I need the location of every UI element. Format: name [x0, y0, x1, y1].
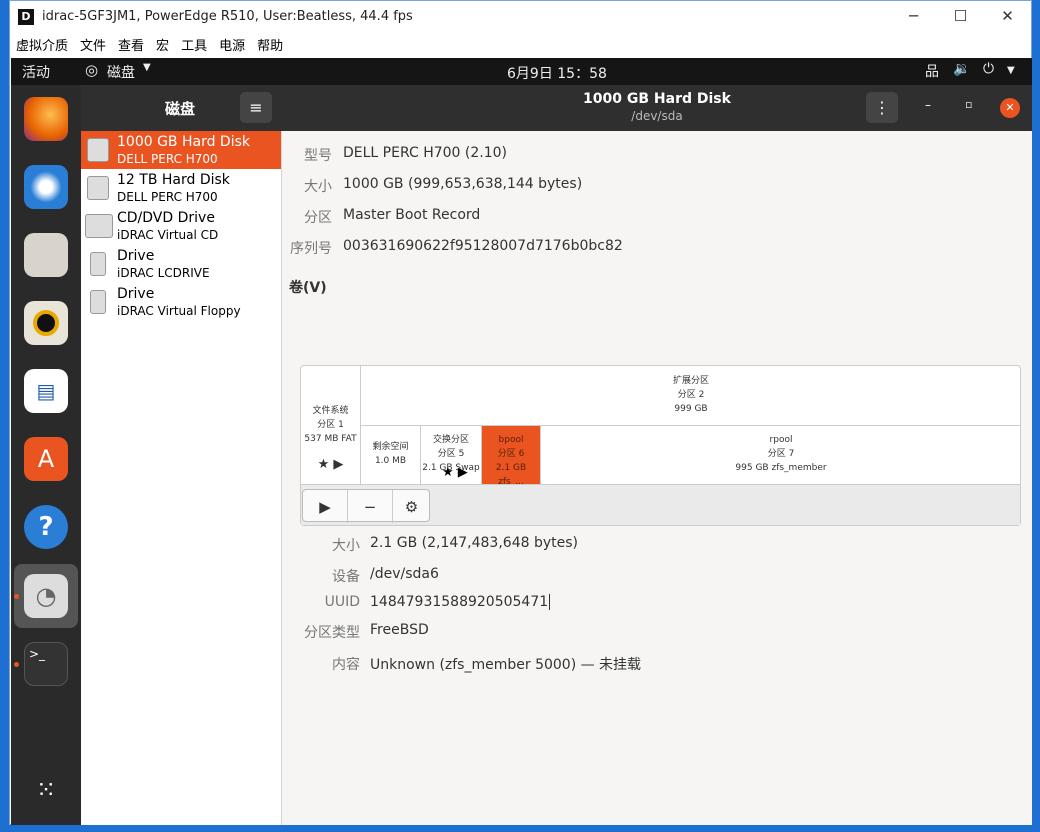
- close-button[interactable]: ✕: [984, 1, 1031, 32]
- maximize-icon[interactable]: ▫: [965, 98, 972, 111]
- disk-item-floppy[interactable]: Drive iDRAC Virtual Floppy: [81, 283, 281, 321]
- disk-item-lcdrive[interactable]: Drive iDRAC LCDRIVE: [81, 245, 281, 283]
- model-label: 型号: [304, 148, 332, 164]
- disk-title: 1000 GB Hard Disk: [583, 91, 731, 107]
- menu-virtual-media[interactable]: 虚拟介质: [10, 35, 74, 54]
- minimize-button[interactable]: ─: [890, 1, 937, 32]
- menu-power[interactable]: 电源: [213, 35, 251, 54]
- part-size-value: 2.1 GB (2,147,483,648 bytes): [370, 535, 578, 551]
- partition-type-value: FreeBSD: [370, 622, 429, 638]
- menu-help[interactable]: 帮助: [251, 35, 289, 54]
- sidebar-title: 磁盘: [165, 100, 196, 118]
- maximize-button[interactable]: ☐: [937, 1, 984, 32]
- partition-type-label: 分区类型: [304, 625, 360, 641]
- usb-drive-icon: [90, 290, 106, 314]
- sidebar-header: 磁盘 ≡: [81, 85, 282, 131]
- software-center-icon[interactable]: A: [24, 437, 68, 481]
- app-menu[interactable]: 磁盘: [107, 62, 135, 82]
- extended-partition[interactable]: 扩展分区 分区 2 999 GB: [361, 366, 1021, 426]
- app-icon: D: [18, 8, 34, 25]
- menu-tools[interactable]: 工具: [175, 35, 213, 54]
- system-menu-chevron-icon[interactable]: ▼: [1007, 65, 1015, 76]
- top-bar: 活动 ◎ 磁盘 ▼ 6月9日 15：58 品 🔉 ⏻ ▼: [11, 58, 1032, 85]
- usb-drive-icon: [90, 252, 106, 276]
- power-icon[interactable]: ⏻: [983, 61, 994, 77]
- window-titlebar: D idrac-5GF3JM1, PowerEdge R510, User:Be…: [10, 1, 1031, 32]
- menu-file[interactable]: 文件: [74, 35, 112, 54]
- disk-item-cd[interactable]: CD/DVD Drive iDRAC Virtual CD: [81, 207, 281, 245]
- swap-status-icons: ★ ▶: [442, 465, 468, 480]
- rhythmbox-icon[interactable]: [24, 301, 68, 345]
- minimize-icon[interactable]: –: [925, 98, 931, 112]
- menu-view[interactable]: 查看: [112, 35, 150, 54]
- free-space[interactable]: 剩余空间 1.0 MB: [361, 426, 421, 484]
- hamburger-menu-icon[interactable]: ≡: [240, 92, 272, 123]
- volume-toolbar: ▶ − ⚙: [301, 484, 1020, 525]
- optical-drive-icon: [85, 214, 113, 238]
- gear-icon[interactable]: ⚙: [393, 490, 430, 523]
- volumes-title: 卷(V): [289, 280, 327, 296]
- disk-item-12tb[interactable]: 12 TB Hard Disk DELL PERC H700: [81, 169, 281, 207]
- writer-icon[interactable]: ▤: [24, 369, 68, 413]
- running-indicator: [14, 594, 19, 599]
- terminal-icon[interactable]: >_: [24, 642, 68, 686]
- chevron-down-icon: ▼: [143, 62, 151, 73]
- device-label: 设备: [332, 569, 360, 585]
- serial-value: 003631690622f95128007d7176b0bc82: [343, 238, 623, 254]
- main-header: 1000 GB Hard Disk /dev/sda ⋮ – ▫ ✕: [282, 85, 1032, 131]
- disks-icon[interactable]: ◔: [24, 574, 68, 618]
- menu-macro[interactable]: 宏: [150, 35, 175, 54]
- uuid-label: UUID: [324, 594, 360, 610]
- model-value: DELL PERC H700 (2.10): [343, 145, 508, 161]
- partitioning-value: Master Boot Record: [343, 207, 481, 223]
- disk-subtitle: /dev/sda: [631, 109, 683, 123]
- disk-sidebar: 磁盘 ≡ 1000 GB Hard Disk DELL PERC H700 12…: [81, 85, 282, 825]
- window-title: idrac-5GF3JM1, PowerEdge R510, User:Beat…: [42, 9, 413, 24]
- partition-7[interactable]: rpool 分区 7 995 GB zfs_member: [541, 426, 1021, 484]
- close-icon[interactable]: ✕: [1000, 98, 1020, 118]
- play-icon[interactable]: ▶: [303, 490, 348, 523]
- size-label: 大小: [304, 179, 332, 195]
- activities-button[interactable]: 活动: [22, 62, 50, 82]
- serial-label: 序列号: [290, 241, 332, 257]
- mounted-star-icon: ★ ▶: [317, 457, 344, 472]
- thunderbird-icon[interactable]: [24, 165, 68, 209]
- device-value: /dev/sda6: [370, 566, 439, 582]
- volume-map: 文件系统 分区 1 537 MB FAT ★ ▶ 扩展分区 分区 2 999 GB 剩余…: [300, 365, 1021, 526]
- help-icon[interactable]: ?: [24, 505, 68, 549]
- main-content: 型号 DELL PERC H700 (2.10) 大小 1000 GB (999…: [282, 131, 1032, 825]
- uuid-value[interactable]: 14847931588920505471: [370, 594, 551, 610]
- running-indicator: [14, 662, 19, 667]
- menubar: 虚拟介质 文件 查看 宏 工具 电源 帮助: [10, 32, 1031, 56]
- dock: ▤ A ? ◔ >_ ⁙: [11, 85, 81, 825]
- partition-1[interactable]: 文件系统 分区 1 537 MB FAT ★ ▶: [301, 366, 361, 484]
- partitioning-label: 分区: [304, 210, 332, 226]
- hard-disk-icon: [87, 138, 109, 162]
- remote-console-window: D idrac-5GF3JM1, PowerEdge R510, User:Be…: [9, 0, 1032, 825]
- disks-app-icon: ◎: [85, 61, 99, 79]
- disk-menu-icon[interactable]: ⋮: [866, 92, 898, 123]
- part-size-label: 大小: [332, 538, 360, 554]
- firefox-icon[interactable]: [24, 97, 68, 141]
- clock[interactable]: 6月9日 15：58: [507, 63, 607, 83]
- hard-disk-icon: [87, 176, 109, 200]
- volume-icon[interactable]: 🔉: [953, 61, 970, 77]
- partition-6[interactable]: bpool 分区 6 2.1 GB zfs_...: [482, 426, 541, 487]
- ubuntu-desktop: 活动 ◎ 磁盘 ▼ 6月9日 15：58 品 🔉 ⏻ ▼ ▤ A ? ◔ >_ …: [11, 58, 1032, 825]
- disk-item-1000gb[interactable]: 1000 GB Hard Disk DELL PERC H700: [81, 131, 281, 169]
- content-label: 内容: [332, 657, 360, 673]
- minus-icon[interactable]: −: [348, 490, 393, 523]
- files-icon[interactable]: [24, 233, 68, 277]
- size-value: 1000 GB (999,653,638,144 bytes): [343, 176, 583, 192]
- content-value: Unknown (zfs_member 5000) — 未挂载: [370, 657, 642, 673]
- show-apps-icon[interactable]: ⁙: [24, 768, 68, 812]
- network-icon[interactable]: 品: [925, 61, 939, 81]
